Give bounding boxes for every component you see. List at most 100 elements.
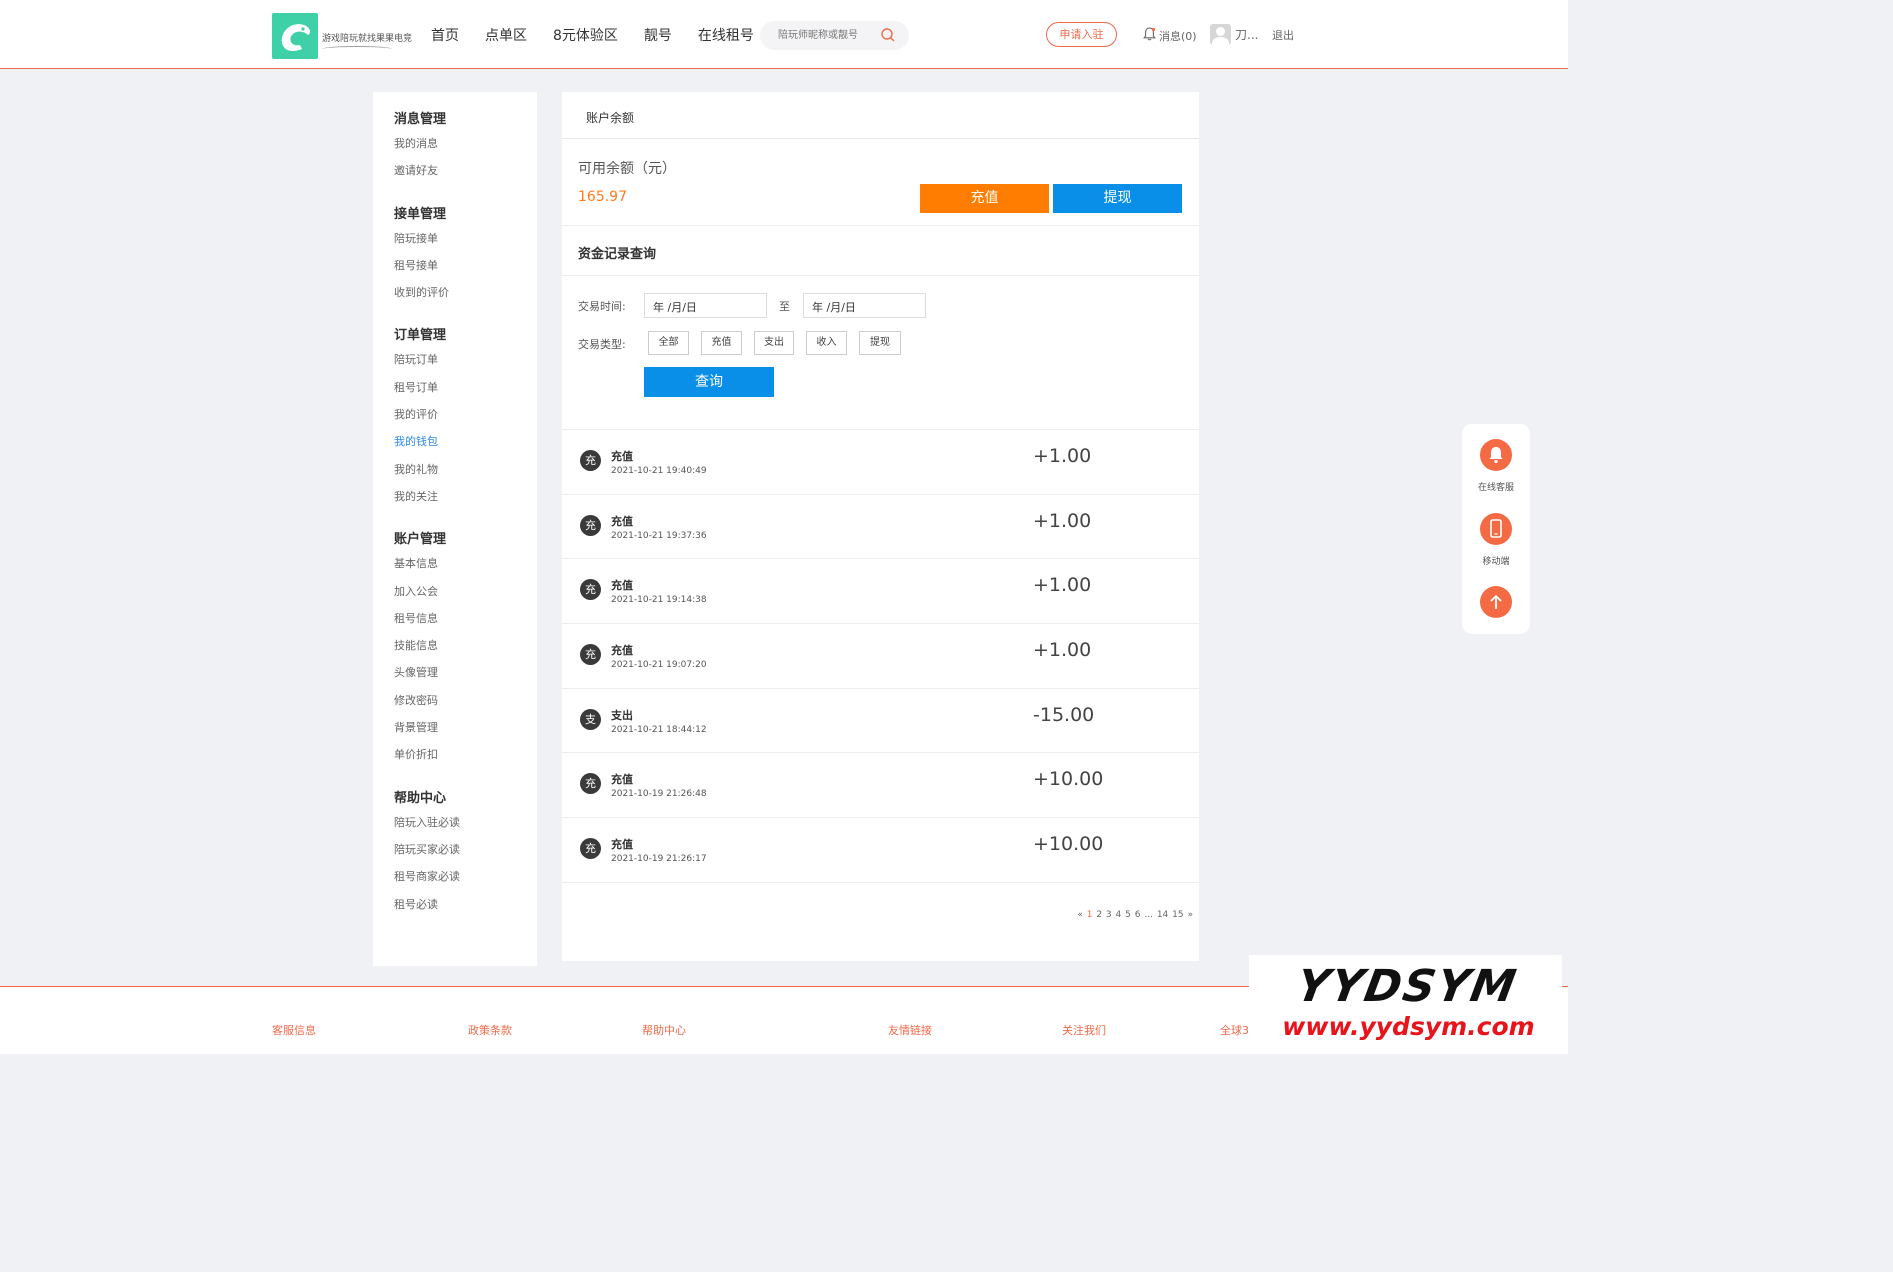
sidebar-item-rental-orders[interactable]: 租号订单 xyxy=(394,380,537,407)
mobile-phone-icon xyxy=(1480,513,1512,545)
pager-prev[interactable]: « xyxy=(1077,910,1083,920)
pager-page-15[interactable]: 15 xyxy=(1172,910,1183,920)
record-amount: +1.00 xyxy=(1033,509,1092,532)
pager-page-4[interactable]: 4 xyxy=(1116,910,1122,920)
messages-link[interactable]: 消息(0) xyxy=(1143,27,1197,44)
sidebar-item-invite-friends[interactable]: 邀请好友 xyxy=(394,163,537,190)
sidebar-item-skill-info[interactable]: 技能信息 xyxy=(394,638,537,665)
sidebar-item-rental-info[interactable]: 租号信息 xyxy=(394,611,537,638)
records-query-title: 资金记录查询 xyxy=(562,226,1199,276)
sidebar-group-title: 订单管理 xyxy=(394,328,447,344)
trade-type-label: 交易类型: xyxy=(578,338,626,351)
balance-value: 165.97 xyxy=(578,189,627,205)
search-icon[interactable] xyxy=(880,27,896,43)
sidebar-item-my-follows[interactable]: 我的关注 xyxy=(394,489,537,516)
records-list: 充 充值 2021-10-21 19:40:49 +1.00 充 充值 2021… xyxy=(562,430,1199,883)
sidebar-item-merchant-guide[interactable]: 租号商家必读 xyxy=(394,869,537,896)
withdraw-button[interactable]: 提现 xyxy=(1053,184,1182,213)
sidebar-item-my-reviews[interactable]: 我的评价 xyxy=(394,407,537,434)
logout-link[interactable]: 退出 xyxy=(1272,27,1294,43)
sidebar-item-companion-guide[interactable]: 陪玩入驻必读 xyxy=(394,815,537,842)
type-filter-expense[interactable]: 支出 xyxy=(754,331,794,355)
nav-pretty-number[interactable]: 靓号 xyxy=(644,25,672,45)
balance-label: 可用余额（元） xyxy=(578,161,676,177)
pager-page-14[interactable]: 14 xyxy=(1157,910,1168,920)
record-type: 支出 xyxy=(611,708,633,722)
sidebar-item-join-guild[interactable]: 加入公会 xyxy=(394,584,537,611)
sidebar-item-change-password[interactable]: 修改密码 xyxy=(394,693,537,720)
search-input[interactable] xyxy=(776,27,876,44)
query-button[interactable]: 查询 xyxy=(644,367,774,397)
logo-swoosh xyxy=(322,46,392,52)
sidebar-item-my-messages[interactable]: 我的消息 xyxy=(394,136,537,163)
record-type: 充值 xyxy=(611,514,633,528)
pager-page-3[interactable]: 3 xyxy=(1106,910,1112,920)
record-amount: -15.00 xyxy=(1033,703,1095,726)
sidebar-group-title: 帮助中心 xyxy=(394,790,447,806)
sidebar-item-rental-guide[interactable]: 租号必读 xyxy=(394,897,537,924)
type-filter-all[interactable]: 全部 xyxy=(648,331,689,355)
pager-page-6[interactable]: 6 xyxy=(1135,910,1141,920)
recharge-icon: 充 xyxy=(580,773,601,795)
record-type: 充值 xyxy=(611,450,633,463)
type-filter-income[interactable]: 收入 xyxy=(806,331,847,355)
sidebar-item-basic-info[interactable]: 基本信息 xyxy=(394,556,537,583)
recharge-icon: 充 xyxy=(580,514,601,536)
records-filter: 交易时间: 年 /月/日 至 年 /月/日 交易类型: 全部 充值 支出 收入 … xyxy=(562,276,1199,430)
footer-col-help: 帮助中心 xyxy=(642,1024,686,1037)
site-logo[interactable]: 游戏陪玩就找果果电竞 xyxy=(272,13,412,59)
back-to-top-button[interactable] xyxy=(1462,586,1530,618)
type-filter-withdraw[interactable]: 提现 xyxy=(859,331,901,355)
sidebar-item-companion-taking[interactable]: 陪玩接单 xyxy=(394,231,537,258)
to-label: 至 xyxy=(779,300,790,313)
list-item: 支 支出 2021-10-21 18:44:12 -15.00 xyxy=(562,689,1199,754)
expense-icon: 支 xyxy=(580,708,601,730)
sidebar-item-price-discount[interactable]: 单价折扣 xyxy=(394,747,537,774)
sidebar-item-rental-taking[interactable]: 租号接单 xyxy=(394,258,537,285)
list-item: 充 充值 2021-10-21 19:14:38 +1.00 xyxy=(562,559,1199,625)
apply-join-button[interactable]: 申请入驻 xyxy=(1046,22,1117,47)
date-from-input[interactable]: 年 /月/日 xyxy=(644,293,767,318)
sidebar-item-my-gifts[interactable]: 我的礼物 xyxy=(394,462,537,489)
sidebar-item-avatar-manage[interactable]: 头像管理 xyxy=(394,665,537,692)
watermark: YYDSYM www.yydsym.com xyxy=(1249,955,1562,1054)
record-time: 2021-10-21 19:14:38 xyxy=(611,595,707,606)
user-menu[interactable]: 刀... xyxy=(1210,24,1258,45)
sidebar-item-my-wallet[interactable]: 我的钱包 xyxy=(394,434,537,461)
page-title: 账户余额 xyxy=(562,92,1199,139)
record-time: 2021-10-19 21:26:48 xyxy=(611,789,707,800)
recharge-icon: 充 xyxy=(580,644,601,666)
footer-col-links: 友情链接 xyxy=(888,1024,932,1037)
nav-home[interactable]: 首页 xyxy=(431,25,459,45)
record-amount: +10.00 xyxy=(1033,833,1104,856)
online-service-label: 在线客服 xyxy=(1477,483,1514,493)
pager-next[interactable]: » xyxy=(1187,910,1193,920)
pager-page-2[interactable]: 2 xyxy=(1096,910,1102,920)
recharge-icon: 充 xyxy=(580,838,601,860)
bell-icon xyxy=(1143,27,1156,44)
nav-order-zone[interactable]: 点单区 xyxy=(485,25,527,45)
type-filter-recharge[interactable]: 充值 xyxy=(701,331,742,355)
date-to-input[interactable]: 年 /月/日 xyxy=(803,293,926,318)
customer-service-icon xyxy=(1480,439,1512,471)
record-type: 充值 xyxy=(611,773,633,787)
sidebar-item-buyer-guide[interactable]: 陪玩买家必读 xyxy=(394,842,537,869)
nav-trial-zone[interactable]: 8元体验区 xyxy=(553,25,618,45)
sidebar-item-background-manage[interactable]: 背景管理 xyxy=(394,720,537,747)
online-service-button[interactable]: 在线客服 xyxy=(1462,439,1530,493)
mobile-button[interactable]: 移动端 xyxy=(1462,513,1530,567)
sidebar-item-received-reviews[interactable]: 收到的评价 xyxy=(394,285,537,312)
logo-slogan: 游戏陪玩就找果果电竞 xyxy=(322,34,413,44)
pager-page-5[interactable]: 5 xyxy=(1125,910,1131,920)
sidebar-group-account: 账户管理 基本信息 加入公会 租号信息 技能信息 头像管理 修改密码 背景管理 … xyxy=(394,530,537,774)
nav-account-rental[interactable]: 在线租号 xyxy=(698,25,754,45)
pager-page-1[interactable]: 1 xyxy=(1087,910,1093,920)
trade-time-label: 交易时间: xyxy=(578,300,626,313)
main-nav: 首页 点单区 8元体验区 靓号 在线租号 xyxy=(431,25,780,45)
recharge-button[interactable]: 充值 xyxy=(920,184,1049,213)
recharge-icon: 充 xyxy=(580,579,601,601)
sidebar-item-companion-orders[interactable]: 陪玩订单 xyxy=(394,352,537,379)
sidebar-group-title: 接单管理 xyxy=(394,206,447,222)
footer-col-policy: 政策条款 xyxy=(468,1024,512,1037)
watermark-title: YYDSYM xyxy=(1292,961,1522,1012)
